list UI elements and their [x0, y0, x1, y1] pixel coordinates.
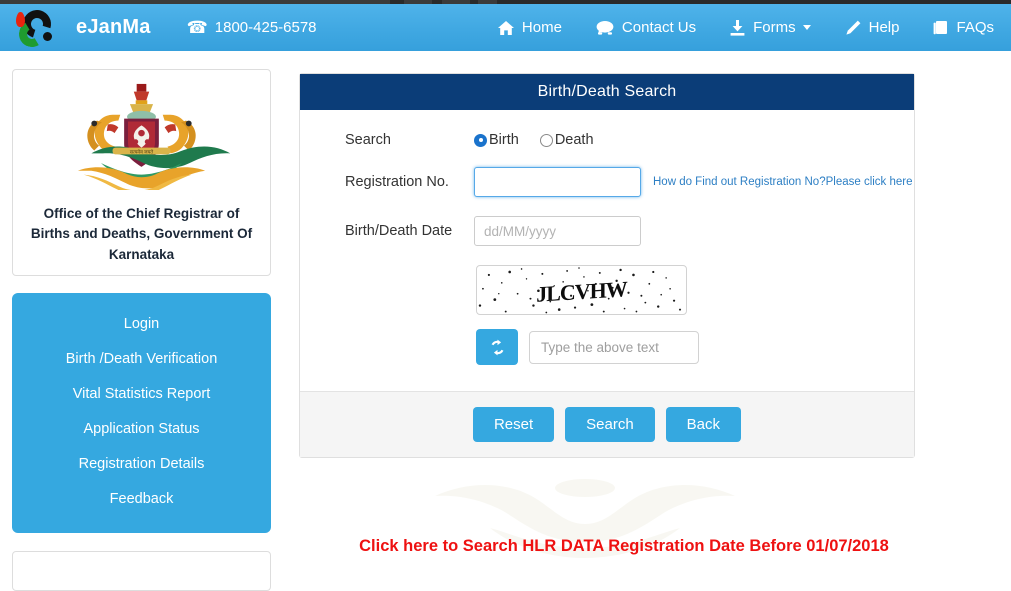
- sidebar-item-vital-statistics-report[interactable]: Vital Statistics Report: [12, 377, 271, 412]
- book-icon: [933, 20, 948, 36]
- search-button[interactable]: Search: [565, 407, 655, 442]
- top-navigation-bar: eJanMa ☎ 1800-425-6578 Home Contact Us F…: [0, 4, 1011, 51]
- panel-body: Search Birth Death Registration No. How …: [300, 110, 914, 391]
- search-type-label: Search: [345, 132, 391, 148]
- chevron-down-icon: [802, 25, 811, 30]
- nav-item-forms[interactable]: Forms: [713, 4, 828, 51]
- nav-item-contact-us[interactable]: Contact Us: [579, 4, 713, 51]
- download-icon: [730, 19, 745, 36]
- nav-item-help-label: Help: [868, 19, 900, 36]
- nav-item-faqs-label: FAQs: [956, 19, 994, 36]
- search-type-row: Search Birth Death: [300, 132, 914, 148]
- reset-button[interactable]: Reset: [472, 407, 555, 442]
- brand-block[interactable]: eJanMa: [0, 4, 151, 50]
- radio-death[interactable]: Death: [539, 132, 594, 148]
- registration-number-label: Registration No.: [345, 174, 449, 190]
- radio-death-indicator: [539, 133, 553, 147]
- ejanma-logo-icon: [10, 4, 56, 50]
- panel-title: Birth/Death Search: [300, 74, 914, 110]
- nav-item-faqs[interactable]: FAQs: [916, 4, 1011, 51]
- karnataka-state-emblem-icon: सत्यमेव जयते: [77, 83, 231, 195]
- helpline-number: 1800-425-6578: [214, 19, 317, 36]
- sidebar-item-registration-details[interactable]: Registration Details: [12, 447, 271, 482]
- captcha-input[interactable]: [529, 330, 699, 364]
- sidebar-item-application-status[interactable]: Application Status: [12, 412, 271, 447]
- nav-item-home[interactable]: Home: [481, 4, 579, 51]
- svg-text:सत्यमेव जयते: सत्यमेव जयते: [130, 148, 154, 155]
- birth-death-date-label: Birth/Death Date: [345, 223, 453, 239]
- emblem-watermark: [435, 479, 735, 558]
- telephone-icon: [596, 20, 614, 36]
- hlr-data-search-link[interactable]: Click here to Search HLR DATA Registrati…: [299, 537, 949, 556]
- captcha-entry-row: [300, 329, 914, 365]
- nav-item-home-label: Home: [521, 19, 562, 36]
- search-type-radio-group: Birth Death: [474, 132, 615, 148]
- registration-number-row: Registration No. How do Find out Registr…: [300, 167, 914, 197]
- nav-item-contact-us-label: Contact Us: [621, 19, 697, 36]
- radio-birth[interactable]: Birth: [474, 132, 519, 148]
- pencil-icon: [845, 20, 861, 36]
- sidebar-menu: Login Birth /Death Verification Vital St…: [12, 292, 271, 533]
- helpline-block: ☎ 1800-425-6578: [187, 19, 317, 36]
- phone-icon: ☎: [186, 18, 208, 37]
- radio-birth-indicator: [474, 133, 487, 147]
- logo-flame-shape: [16, 11, 25, 27]
- birth-death-date-input[interactable]: [474, 216, 641, 246]
- nav-item-help[interactable]: Help: [828, 4, 917, 51]
- refresh-captcha-button[interactable]: [476, 329, 518, 365]
- logo-dot: [43, 31, 52, 41]
- registration-number-input[interactable]: [474, 167, 641, 197]
- back-button[interactable]: Back: [665, 407, 742, 442]
- left-sidebar: सत्यमेव जयते Office of the Chief Registr…: [12, 69, 271, 591]
- captcha-row: JLCVHW: [300, 265, 914, 315]
- nav-links: Home Contact Us Forms Help FAQs: [481, 4, 1011, 51]
- registration-help-link[interactable]: How do Find out Registration No?Please c…: [653, 176, 913, 188]
- home-icon: [497, 20, 514, 36]
- sidebar-item-login[interactable]: Login: [12, 307, 271, 342]
- captcha-image: JLCVHW: [476, 265, 687, 315]
- radio-death-label: Death: [554, 132, 594, 148]
- panel-footer: Reset Search Back: [300, 391, 914, 457]
- state-emblem-card: सत्यमेव जयते Office of the Chief Registr…: [12, 69, 271, 276]
- birth-death-date-row: Birth/Death Date: [300, 216, 914, 246]
- sidebar-secondary-card: [12, 550, 271, 591]
- brand-name: eJanMa: [76, 16, 151, 38]
- nav-item-forms-label: Forms: [753, 19, 796, 36]
- birth-death-search-panel: Birth/Death Search Search Birth Death Re…: [299, 73, 915, 458]
- sidebar-item-feedback[interactable]: Feedback: [12, 482, 271, 517]
- page-body: सत्यमेव जयते Office of the Chief Registr…: [0, 51, 1011, 591]
- emblem-caption: Office of the Chief Registrar of Births …: [30, 206, 253, 262]
- radio-birth-label: Birth: [489, 132, 519, 148]
- refresh-icon: [491, 339, 503, 355]
- sidebar-item-birth-death-verification[interactable]: Birth /Death Verification: [12, 342, 271, 377]
